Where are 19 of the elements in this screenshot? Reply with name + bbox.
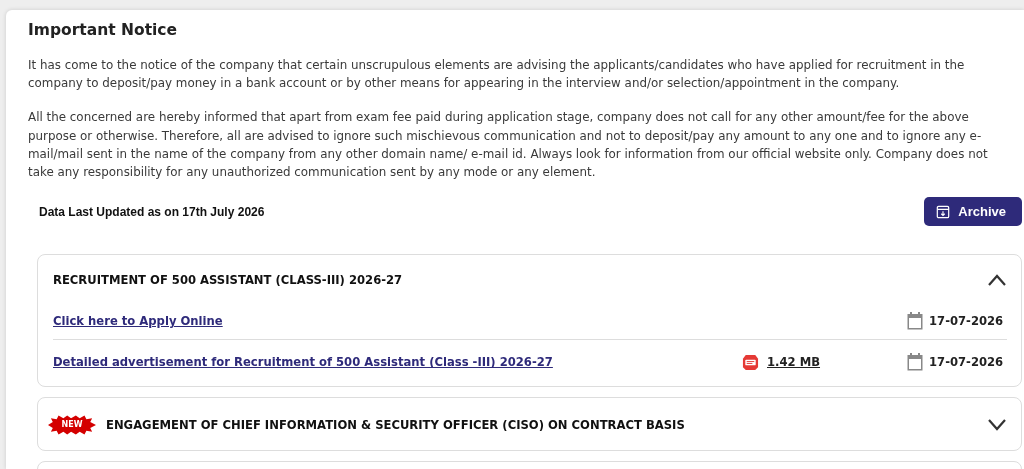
notice-title: Important Notice — [28, 21, 178, 39]
pdf-icon — [742, 353, 759, 371]
notice-paragraph: All the concerned are hereby informed that apart from exam fee paid during application stage, company does not call for any other amount/fee for the above purpose or otherwise. Therefore, all are advised to ignore such mischievous communication and not to deposit/pay any amount to any one and to ignore any e-mail/mail sent in the name of the company from any other domain name/ e-mail id. Always look for information from our official website only. Company does not take any responsibility for any unauthorized communication sent by any mode or any element. — [28, 109, 989, 181]
collapse-icon[interactable] — [987, 274, 1007, 287]
last-updated-text: Data Last Updated as on 17th July 2026 — [39, 204, 265, 219]
document-link[interactable]: Detailed advertisement for Recruitment of 500 Assistant (Class -III) 2026-27 — [53, 355, 742, 370]
date-text: 17-07-2026 — [929, 355, 1004, 370]
new-badge: NEW — [48, 415, 96, 436]
calendar-icon — [907, 312, 923, 331]
accordion-title[interactable]: ENGAGEMENT OF CHIEF INFORMATION & SECURITY OFFICER (CISO) ON CONTRACT BASIS — [106, 418, 987, 433]
expand-icon[interactable] — [987, 419, 1007, 432]
document-link[interactable]: Click here to Apply Online — [53, 314, 742, 329]
accordion-title[interactable]: RECRUITMENT OF 500 ASSISTANT (CLASS-III) 2026-27 — [53, 273, 987, 288]
archive-button[interactable]: Archive — [924, 197, 1022, 227]
archive-icon — [936, 204, 951, 219]
file-size-link[interactable]: 1.42 MB — [767, 355, 820, 370]
date-text: 17-07-2026 — [929, 314, 1004, 329]
notice-paragraph: It has come to the notice of the company that certain unscrupulous elements are advising the applicants/candidates who have applied for recruitment in the company to deposit/pay money in a bank account or by other means for appearing in the interview and/or selection/appointment in the company. — [28, 57, 966, 93]
calendar-icon — [907, 353, 923, 372]
